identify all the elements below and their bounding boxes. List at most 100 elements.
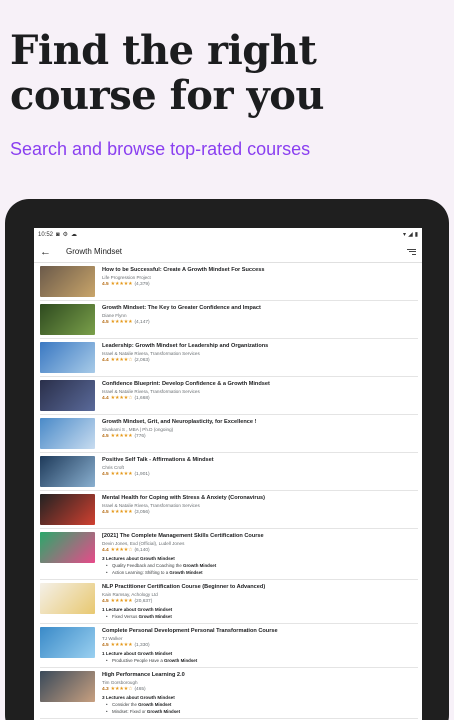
course-thumbnail bbox=[40, 266, 95, 297]
notification-icon: ◙ bbox=[56, 231, 60, 238]
course-title: Leadership: Growth Mindset for Leadershi… bbox=[102, 343, 269, 349]
course-info: Leadership: Growth Mindset for Leadershi… bbox=[102, 342, 418, 373]
course-thumbnail bbox=[40, 342, 95, 373]
rating-value: 4.5 bbox=[102, 510, 109, 515]
lectures-heading: 3 Lectures about Growth Mindset bbox=[102, 695, 175, 700]
course-row[interactable]: How to be Successful: Create A Growth Mi… bbox=[40, 263, 418, 301]
course-rating: 4.5 ★★★★★ (1,901) bbox=[102, 471, 418, 478]
settings-icon: ⚙ bbox=[62, 232, 69, 238]
tablet-screen: 10:52 ◙ ⚙ ☁ ▾ ◢ ▮ ← Growth Mindset How t… bbox=[34, 228, 422, 720]
course-rating: 4.4 ★★★★☆ (1,668) bbox=[102, 395, 418, 402]
course-author: Tim Gorsborough bbox=[102, 680, 138, 685]
course-info: Complete Personal Development Personal T… bbox=[102, 627, 418, 664]
course-row[interactable]: Confidence Blueprint: Develop Confidence… bbox=[40, 377, 418, 415]
rating-value: 4.4 bbox=[102, 396, 109, 401]
hero-title-line1: Find the right bbox=[10, 27, 317, 74]
course-rating: 4.5 ★★★★★ (4,379) bbox=[102, 281, 418, 288]
rating-value: 4.5 bbox=[102, 643, 109, 648]
back-arrow-icon[interactable]: ← bbox=[40, 246, 60, 258]
filter-icon[interactable] bbox=[402, 248, 416, 255]
course-title: Growth Mindset, Grit, and Neuroplasticit… bbox=[102, 419, 257, 425]
star-icons: ★★★★★ bbox=[110, 433, 133, 439]
status-bar: 10:52 ◙ ⚙ ☁ ▾ ◢ ▮ bbox=[34, 228, 422, 241]
course-row[interactable]: High Performance Learning 2.0 Tim Gorsbor… bbox=[40, 668, 418, 719]
course-author: Sivakami S , MBA | Ph.D (ongoing) bbox=[102, 427, 174, 432]
star-icons: ★★★★☆ bbox=[110, 357, 133, 363]
search-query[interactable]: Growth Mindset bbox=[60, 247, 402, 256]
course-row[interactable]: Growth Mindset: The Key to Greater Confi… bbox=[40, 301, 418, 339]
battery-icon: ▮ bbox=[414, 232, 418, 238]
course-title: NLP Practitioner Certification Course (B… bbox=[102, 584, 266, 590]
course-row[interactable]: Mental Health for Coping with Stress & A… bbox=[40, 491, 418, 529]
course-author: Devin Jones, Exd (Official), Ludell Jone… bbox=[102, 541, 185, 546]
wifi-icon: ▾ bbox=[403, 232, 407, 238]
course-info: [2021] The Complete Management Skills Ce… bbox=[102, 532, 418, 576]
lecture-item[interactable]: • Quality Feedback and Coaching the Growt… bbox=[102, 562, 418, 569]
course-info: Growth Mindset: The Key to Greater Confi… bbox=[102, 304, 418, 335]
rating-value: 4.4 bbox=[102, 548, 109, 553]
course-rating: 4.5 ★★★★★ (1,330) bbox=[102, 642, 418, 649]
star-icons: ★★★★★ bbox=[110, 319, 133, 325]
course-list: How to be Successful: Create A Growth Mi… bbox=[34, 263, 422, 719]
lecture-item[interactable]: • Mindset: Fixed or Growth Mindset bbox=[102, 708, 418, 715]
course-title: Complete Personal Development Personal T… bbox=[102, 628, 278, 634]
course-thumbnail bbox=[40, 583, 95, 614]
course-info: How to be Successful: Create A Growth Mi… bbox=[102, 266, 418, 297]
cloud-icon: ☁ bbox=[71, 232, 78, 238]
rating-count: (2,063) bbox=[134, 358, 150, 363]
course-row[interactable]: Leadership: Growth Mindset for Leadershi… bbox=[40, 339, 418, 377]
course-row[interactable]: NLP Practitioner Certification Course (B… bbox=[40, 580, 418, 624]
rating-count: (6,140) bbox=[134, 548, 150, 553]
lecture-keyword: Growth Mindset bbox=[169, 570, 203, 575]
lecture-keyword: Growth Mindset bbox=[146, 709, 181, 714]
course-title: High Performance Learning 2.0 bbox=[102, 672, 185, 678]
course-row[interactable]: [2021] The Complete Management Skills Ce… bbox=[40, 529, 418, 580]
rating-value: 4.5 bbox=[102, 320, 109, 325]
course-author: Kain Ramsay, Achology Ltd bbox=[102, 592, 158, 597]
rating-count: (20,637) bbox=[134, 599, 153, 604]
course-thumbnail bbox=[40, 304, 95, 335]
rating-count: (465) bbox=[134, 687, 146, 692]
lecture-text: Fixed Versus bbox=[112, 614, 139, 619]
course-title: How to be Successful: Create A Growth Mi… bbox=[102, 267, 265, 273]
rating-count: (4,379) bbox=[134, 282, 150, 287]
lectures-heading: 1 Lecture about Growth Mindset bbox=[102, 651, 173, 656]
hero-title-line2: course for you bbox=[10, 72, 324, 119]
search-app-bar: ← Growth Mindset bbox=[34, 241, 422, 263]
lecture-item[interactable]: • Productive People Have a Growth Mindset bbox=[102, 657, 418, 664]
rating-value: 4.3 bbox=[102, 687, 109, 692]
course-thumbnail bbox=[40, 671, 95, 702]
tablet-frame: 10:52 ◙ ⚙ ☁ ▾ ◢ ▮ ← Growth Mindset How t… bbox=[5, 199, 449, 720]
course-info: Positive Self Talk - Affirmations & Mind… bbox=[102, 456, 418, 487]
lectures-heading: 1 Lecture about Growth Mindset bbox=[102, 607, 173, 612]
star-icons: ★★★★★ bbox=[110, 642, 133, 648]
course-row[interactable]: Growth Mindset, Grit, and Neuroplasticit… bbox=[40, 415, 418, 453]
star-icons: ★★★★☆ bbox=[110, 547, 133, 553]
course-title: Mental Health for Coping with Stress & A… bbox=[102, 495, 265, 501]
lecture-text: Consider the bbox=[112, 702, 139, 707]
lecture-item[interactable]: • Action Learning: Shifting to a Growth M… bbox=[102, 569, 418, 576]
hero-subtitle: Search and browse top-rated courses bbox=[10, 139, 311, 159]
signal-icon: ◢ bbox=[408, 232, 413, 238]
star-icons: ★★★★☆ bbox=[110, 686, 133, 692]
lecture-text: Mindset: Fixed or bbox=[112, 709, 147, 714]
lecture-keyword: Growth Mindset bbox=[164, 658, 198, 663]
star-icons: ★★★★★ bbox=[110, 471, 133, 477]
course-title: [2021] The Complete Management Skills Ce… bbox=[102, 533, 264, 539]
course-rating: 4.4 ★★★★☆ (6,140) bbox=[102, 547, 418, 554]
lecture-item[interactable]: • Fixed Versus Growth Mindset bbox=[102, 613, 418, 620]
course-row[interactable]: Positive Self Talk - Affirmations & Mind… bbox=[40, 453, 418, 491]
rating-count: (1,901) bbox=[134, 472, 150, 477]
course-thumbnail bbox=[40, 456, 95, 487]
course-row[interactable]: Complete Personal Development Personal T… bbox=[40, 624, 418, 668]
lecture-keyword: Growth Mindset bbox=[138, 702, 172, 707]
course-rating: 4.5 ★★★★★ (4,147) bbox=[102, 319, 418, 326]
course-info: Mental Health for Coping with Stress & A… bbox=[102, 494, 418, 525]
course-title: Confidence Blueprint: Develop Confidence… bbox=[102, 381, 270, 387]
lecture-text: Productive People Have a bbox=[112, 658, 164, 663]
course-title: Positive Self Talk - Affirmations & Mind… bbox=[102, 457, 214, 463]
star-icons: ★★★★★ bbox=[110, 598, 133, 604]
rating-value: 4.5 bbox=[102, 599, 109, 604]
lecture-item[interactable]: • Consider the Growth Mindset bbox=[102, 701, 418, 708]
lecture-keyword: Growth Mindset bbox=[138, 614, 172, 619]
